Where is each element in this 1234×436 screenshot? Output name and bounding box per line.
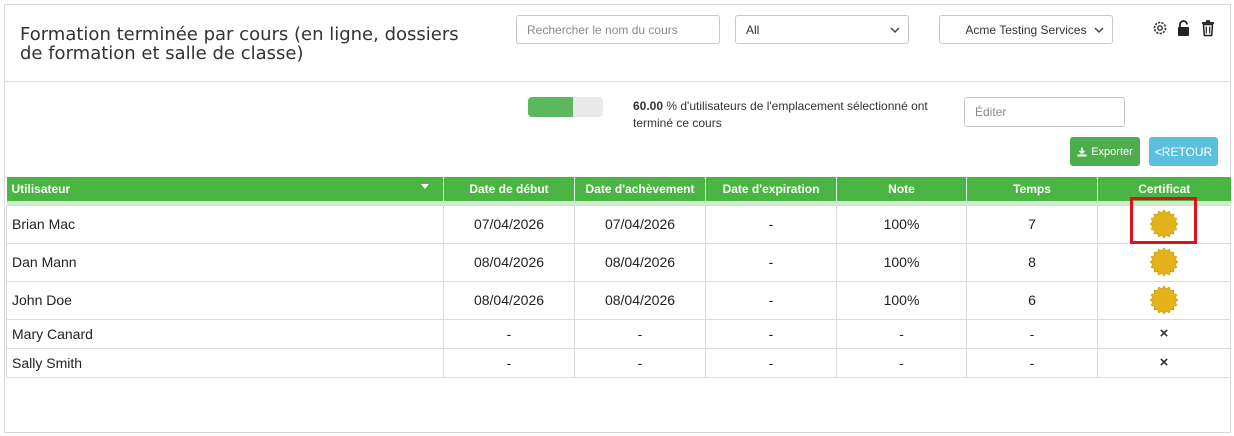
completion-table: Utilisateur Date de début Date d'achèvem… [6, 177, 1231, 378]
export-button[interactable]: Exporter [1070, 137, 1140, 166]
report-panel: Formation terminée par cours (en ligne, … [4, 4, 1231, 433]
back-label: <RETOUR [1154, 144, 1213, 159]
completion-label: % d'utilisateurs de l'emplacement sélect… [633, 99, 928, 130]
trash-icon[interactable] [1199, 19, 1217, 37]
cell-time: - [966, 318, 1098, 349]
table-row: John Doe 08/04/2026 08/04/2026 - 100% 6 [6, 280, 1231, 320]
download-icon [1077, 147, 1087, 156]
cell-start-date: 08/04/2026 [443, 242, 575, 282]
back-button[interactable]: <RETOUR [1149, 137, 1218, 166]
cell-grade: - [836, 347, 967, 378]
cell-certificate: × [1097, 347, 1231, 378]
cell-user: John Doe [6, 280, 444, 320]
no-certificate-icon: × [1159, 354, 1169, 371]
export-label: Exporter [1091, 145, 1133, 158]
certificate-seal-icon[interactable] [1149, 247, 1179, 277]
cell-grade: - [836, 318, 967, 349]
unlock-icon[interactable] [1175, 19, 1193, 37]
column-header-expiry[interactable]: Date d'expiration [705, 177, 837, 201]
cell-grade: 100% [836, 242, 967, 282]
table-row: Dan Mann 08/04/2026 08/04/2026 - 100% 8 [6, 242, 1231, 282]
cell-certificate [1097, 242, 1231, 282]
cell-completion-date: - [574, 347, 706, 378]
table-row: Brian Mac 07/04/2026 07/04/2026 - 100% 7 [6, 204, 1231, 244]
column-header-label: Utilisateur [11, 182, 71, 196]
certificate-seal-icon[interactable] [1149, 285, 1179, 315]
cell-certificate: × [1097, 318, 1231, 349]
cell-completion-date: 07/04/2026 [574, 204, 706, 244]
cell-time: 6 [966, 280, 1098, 320]
company-select[interactable]: Acme Testing Services [939, 15, 1113, 44]
cell-certificate [1097, 280, 1231, 320]
company-select-value: Acme Testing Services [965, 22, 1087, 37]
progress-fill [528, 97, 573, 117]
table-row: Mary Canard - - - - - × [6, 318, 1231, 349]
cell-expiry-date: - [705, 347, 837, 378]
column-header-grade[interactable]: Note [836, 177, 967, 201]
certificate-highlight-box [1130, 197, 1197, 244]
filter-select-value: All [746, 22, 760, 37]
cell-user: Brian Mac [6, 204, 444, 244]
table-row: Sally Smith - - - - - × [6, 347, 1231, 378]
cell-time: 8 [966, 242, 1098, 282]
course-search-input[interactable] [516, 15, 720, 44]
cell-time: 7 [966, 204, 1098, 244]
chevron-down-icon [890, 27, 900, 34]
cell-start-date: 08/04/2026 [443, 280, 575, 320]
cell-start-date: - [443, 318, 575, 349]
table-header-row: Utilisateur Date de début Date d'achèvem… [6, 177, 1231, 201]
no-certificate-icon: × [1159, 325, 1169, 342]
page-title: Formation terminée par cours (en ligne, … [20, 24, 459, 64]
cell-user: Mary Canard [6, 318, 444, 349]
column-header-start[interactable]: Date de début [443, 177, 575, 201]
panel-header: Formation terminée par cours (en ligne, … [5, 5, 1230, 82]
cell-user: Dan Mann [6, 242, 444, 282]
column-header-completion[interactable]: Date d'achèvement [574, 177, 706, 201]
cell-time: - [966, 347, 1098, 378]
cell-completion-date: 08/04/2026 [574, 242, 706, 282]
cell-expiry-date: - [705, 280, 837, 320]
column-header-time[interactable]: Temps [966, 177, 1098, 201]
edit-input[interactable] [964, 97, 1125, 127]
cell-expiry-date: - [705, 204, 837, 244]
filter-select[interactable]: All [735, 15, 909, 44]
cell-start-date: - [443, 347, 575, 378]
gear-icon[interactable] [1151, 19, 1169, 37]
chevron-down-icon [1094, 27, 1104, 34]
cell-expiry-date: - [705, 242, 837, 282]
cell-completion-date: - [574, 318, 706, 349]
cell-start-date: 07/04/2026 [443, 204, 575, 244]
cell-completion-date: 08/04/2026 [574, 280, 706, 320]
column-header-user[interactable]: Utilisateur [6, 177, 444, 201]
completion-summary: 60.00 % d'utilisateurs de l'emplacement … [633, 98, 933, 132]
toolbar-icons [1151, 19, 1217, 37]
completion-percent: 60.00 [633, 99, 664, 113]
cell-grade: 100% [836, 204, 967, 244]
completion-progress-bar [528, 97, 603, 117]
sort-caret-icon[interactable] [421, 184, 429, 189]
cell-grade: 100% [836, 280, 967, 320]
cell-user: Sally Smith [6, 347, 444, 378]
cell-expiry-date: - [705, 318, 837, 349]
